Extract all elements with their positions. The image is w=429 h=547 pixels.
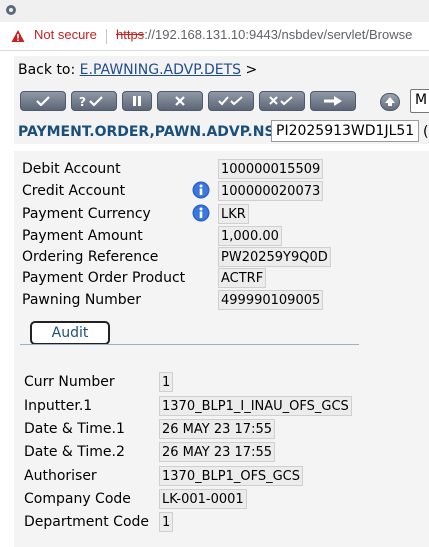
info-icon[interactable] xyxy=(192,181,210,199)
field-label: Payment Currency xyxy=(22,206,151,222)
up-arrow-icon xyxy=(385,97,395,106)
url-rest: ://192.168.131.10:9443/nsbdev/servlet/Br… xyxy=(144,27,413,42)
question-check-icon: ? xyxy=(79,95,103,107)
header-frame: Back to: E.PAWNING.ADVP.DETS > ? M PAYME… xyxy=(14,56,429,144)
back-to-label: Back to: xyxy=(18,62,76,78)
audit-label: Department Code xyxy=(24,514,150,530)
audit-value: 1 xyxy=(159,372,174,392)
audit-label: Date & Time.2 xyxy=(24,444,125,460)
field-label: Payment Amount xyxy=(22,228,143,244)
audit-tab-button[interactable]: Audit xyxy=(30,321,110,345)
field-label: Ordering Reference xyxy=(22,249,159,265)
field-value: ACTRF xyxy=(218,268,267,288)
field-label: Payment Order Product xyxy=(22,270,186,286)
check-icon xyxy=(36,96,50,106)
audit-value: 26 MAY 23 17:55 xyxy=(159,419,275,439)
hold-button[interactable] xyxy=(122,91,152,111)
field-value: 100000020073 xyxy=(218,181,324,201)
pause-icon xyxy=(133,96,141,106)
reverse-button[interactable] xyxy=(259,91,305,111)
application-title: PAYMENT.ORDER,PAWN.ADVP.NSB xyxy=(18,124,286,140)
command-select[interactable]: M xyxy=(410,89,429,113)
svg-text:?: ? xyxy=(79,95,86,107)
x-check-icon xyxy=(269,96,293,106)
field-value: 100000015509 xyxy=(218,159,324,179)
field-value: 499990109005 xyxy=(218,290,324,310)
record-details: Debit Account 100000015509 Credit Accoun… xyxy=(14,151,429,547)
address-separator xyxy=(106,29,107,44)
commit-button[interactable] xyxy=(20,91,66,111)
audit-label: Authoriser xyxy=(24,468,97,484)
x-icon xyxy=(175,96,185,106)
info-icon[interactable] xyxy=(192,204,210,222)
audit-value: 26 MAY 23 17:55 xyxy=(159,442,275,462)
back-to-chevron: > xyxy=(245,62,258,78)
back-to-breadcrumb: Back to: E.PAWNING.ADVP.DETS > xyxy=(18,62,257,78)
audit-value: 1 xyxy=(159,512,174,532)
browser-title-bar xyxy=(0,0,429,22)
up-arrow-button[interactable] xyxy=(380,93,400,111)
url-scheme: https xyxy=(116,27,145,42)
audit-label: Curr Number xyxy=(24,374,115,390)
validate-button[interactable]: ? xyxy=(71,91,117,111)
not-secure-label[interactable]: Not secure xyxy=(34,27,97,42)
field-value: PW20259Y9Q0D xyxy=(218,247,331,267)
delete-button[interactable] xyxy=(157,91,203,111)
url-text[interactable]: https://192.168.131.10:9443/nsbdev/servl… xyxy=(116,27,412,42)
browser-app-icon xyxy=(6,5,16,15)
audit-value: 1370_BLP1_I_INAU_OFS_GCS xyxy=(159,396,352,416)
audit-label: Company Code xyxy=(24,491,131,507)
back-to-link[interactable]: E.PAWNING.ADVP.DETS xyxy=(80,62,241,78)
record-id-field[interactable]: PI2025913WD1JL51 xyxy=(271,120,420,142)
address-bar[interactable]: Not secure https://192.168.131.10:9443/n… xyxy=(0,22,429,51)
field-value: LKR xyxy=(218,204,249,224)
double-check-icon xyxy=(218,96,243,106)
field-label: Debit Account xyxy=(22,161,121,177)
section-divider xyxy=(20,344,359,345)
header-trail-text: (N xyxy=(423,124,429,140)
audit-label: Date & Time.1 xyxy=(24,421,125,437)
field-label: Credit Account xyxy=(22,183,126,199)
next-button[interactable] xyxy=(310,91,356,111)
audit-value: 1370_BLP1_OFS_GCS xyxy=(159,466,303,486)
warning-icon[interactable] xyxy=(11,29,25,43)
authorise-button[interactable] xyxy=(208,91,254,111)
page-content: Back to: E.PAWNING.ADVP.DETS > ? M PAYME… xyxy=(0,51,429,547)
audit-value: LK-001-0001 xyxy=(159,489,247,509)
arrow-right-icon xyxy=(324,96,342,106)
field-value: 1,000.00 xyxy=(218,226,282,246)
audit-label: Inputter.1 xyxy=(24,398,93,414)
field-label: Pawning Number xyxy=(22,292,142,308)
